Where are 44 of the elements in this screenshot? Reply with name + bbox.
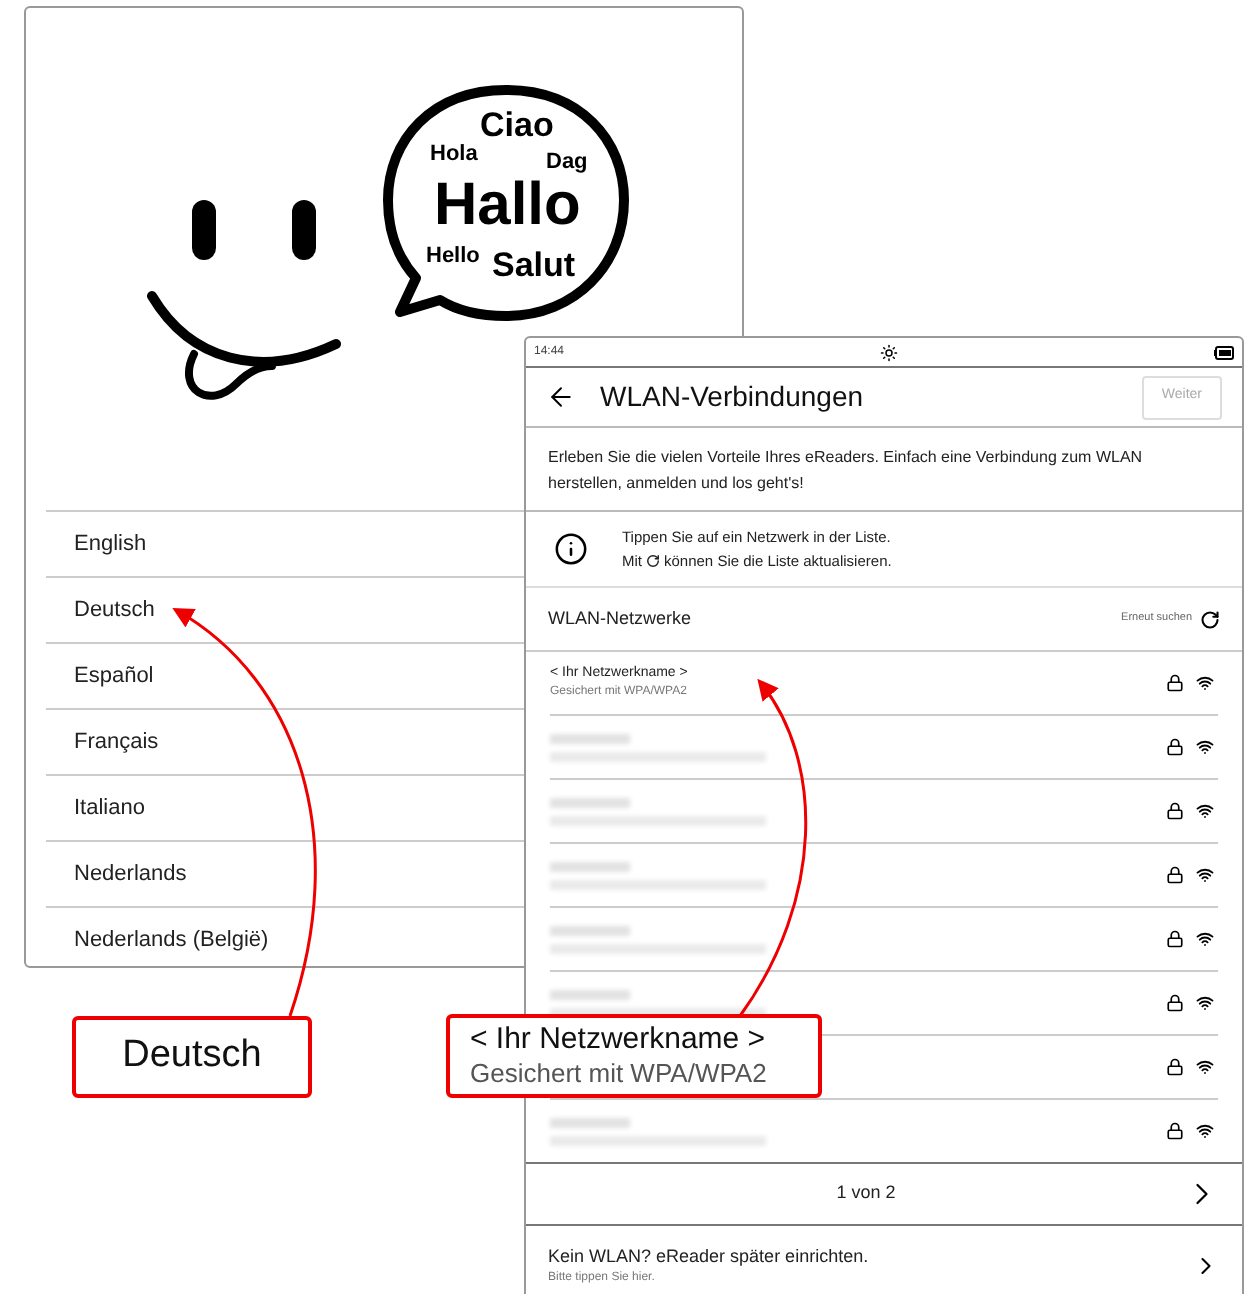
language-item[interactable]: Français bbox=[46, 710, 518, 774]
wifi-icon bbox=[1196, 802, 1214, 820]
lock-icon bbox=[1166, 1122, 1184, 1140]
language-item[interactable]: Italiano bbox=[46, 776, 518, 840]
lock-icon bbox=[1166, 866, 1184, 884]
refresh-icon bbox=[1200, 609, 1220, 629]
callout-network-security: Gesichert mit WPA/WPA2 bbox=[470, 1056, 769, 1090]
language-item[interactable]: Español bbox=[46, 644, 518, 708]
section-title: WLAN-Netzwerke bbox=[548, 605, 694, 632]
lock-icon bbox=[1166, 994, 1184, 1012]
blurred-text bbox=[550, 861, 630, 871]
battery-icon bbox=[1213, 345, 1234, 359]
wifi-icon bbox=[1196, 994, 1214, 1012]
blurred-text bbox=[550, 925, 630, 935]
lock-icon bbox=[1166, 738, 1184, 756]
back-icon[interactable] bbox=[546, 382, 576, 412]
wifi-icon bbox=[1196, 674, 1214, 692]
language-item[interactable]: Deutsch bbox=[46, 578, 518, 642]
intro-text: Erleben Sie die vielen Vorteile Ihres eReaders. Einfach eine Verbindung zum WLAN herstellen, anmelden und los geht's! bbox=[548, 445, 1145, 495]
setup-later-title: Kein WLAN? eReader später einrichten. bbox=[548, 1243, 871, 1270]
wifi-icon bbox=[1196, 1122, 1214, 1140]
lock-icon bbox=[1166, 930, 1184, 948]
callout-tooltip: Deutsch bbox=[72, 1016, 312, 1098]
blurred-text bbox=[550, 797, 630, 807]
lock-icon bbox=[1166, 1058, 1184, 1076]
blurred-text bbox=[550, 733, 630, 743]
page-indicator: 1 von 2 bbox=[834, 1180, 898, 1207]
screen-title: WLAN-Verbindungen bbox=[600, 378, 866, 416]
refresh-icon bbox=[646, 554, 660, 568]
info-icon bbox=[554, 532, 588, 566]
lock-icon bbox=[1166, 802, 1184, 820]
wifi-icon bbox=[1196, 738, 1214, 756]
wifi-icon bbox=[1196, 930, 1214, 948]
blurred-text bbox=[550, 1117, 630, 1127]
lock-icon bbox=[1166, 674, 1184, 692]
language-item[interactable]: English bbox=[46, 512, 518, 576]
pagination-bar[interactable]: 1 von 2 bbox=[526, 1162, 1242, 1226]
language-item[interactable]: Nederlands bbox=[46, 842, 518, 906]
brightness-icon bbox=[880, 343, 898, 361]
wifi-icon bbox=[1196, 866, 1214, 884]
language-item[interactable]: Nederlands (België) bbox=[46, 908, 518, 972]
blurred-text bbox=[550, 989, 630, 999]
callout-network-name: < Ihr Netzwerkname > bbox=[470, 1022, 768, 1056]
wifi-icon bbox=[1196, 1058, 1214, 1076]
